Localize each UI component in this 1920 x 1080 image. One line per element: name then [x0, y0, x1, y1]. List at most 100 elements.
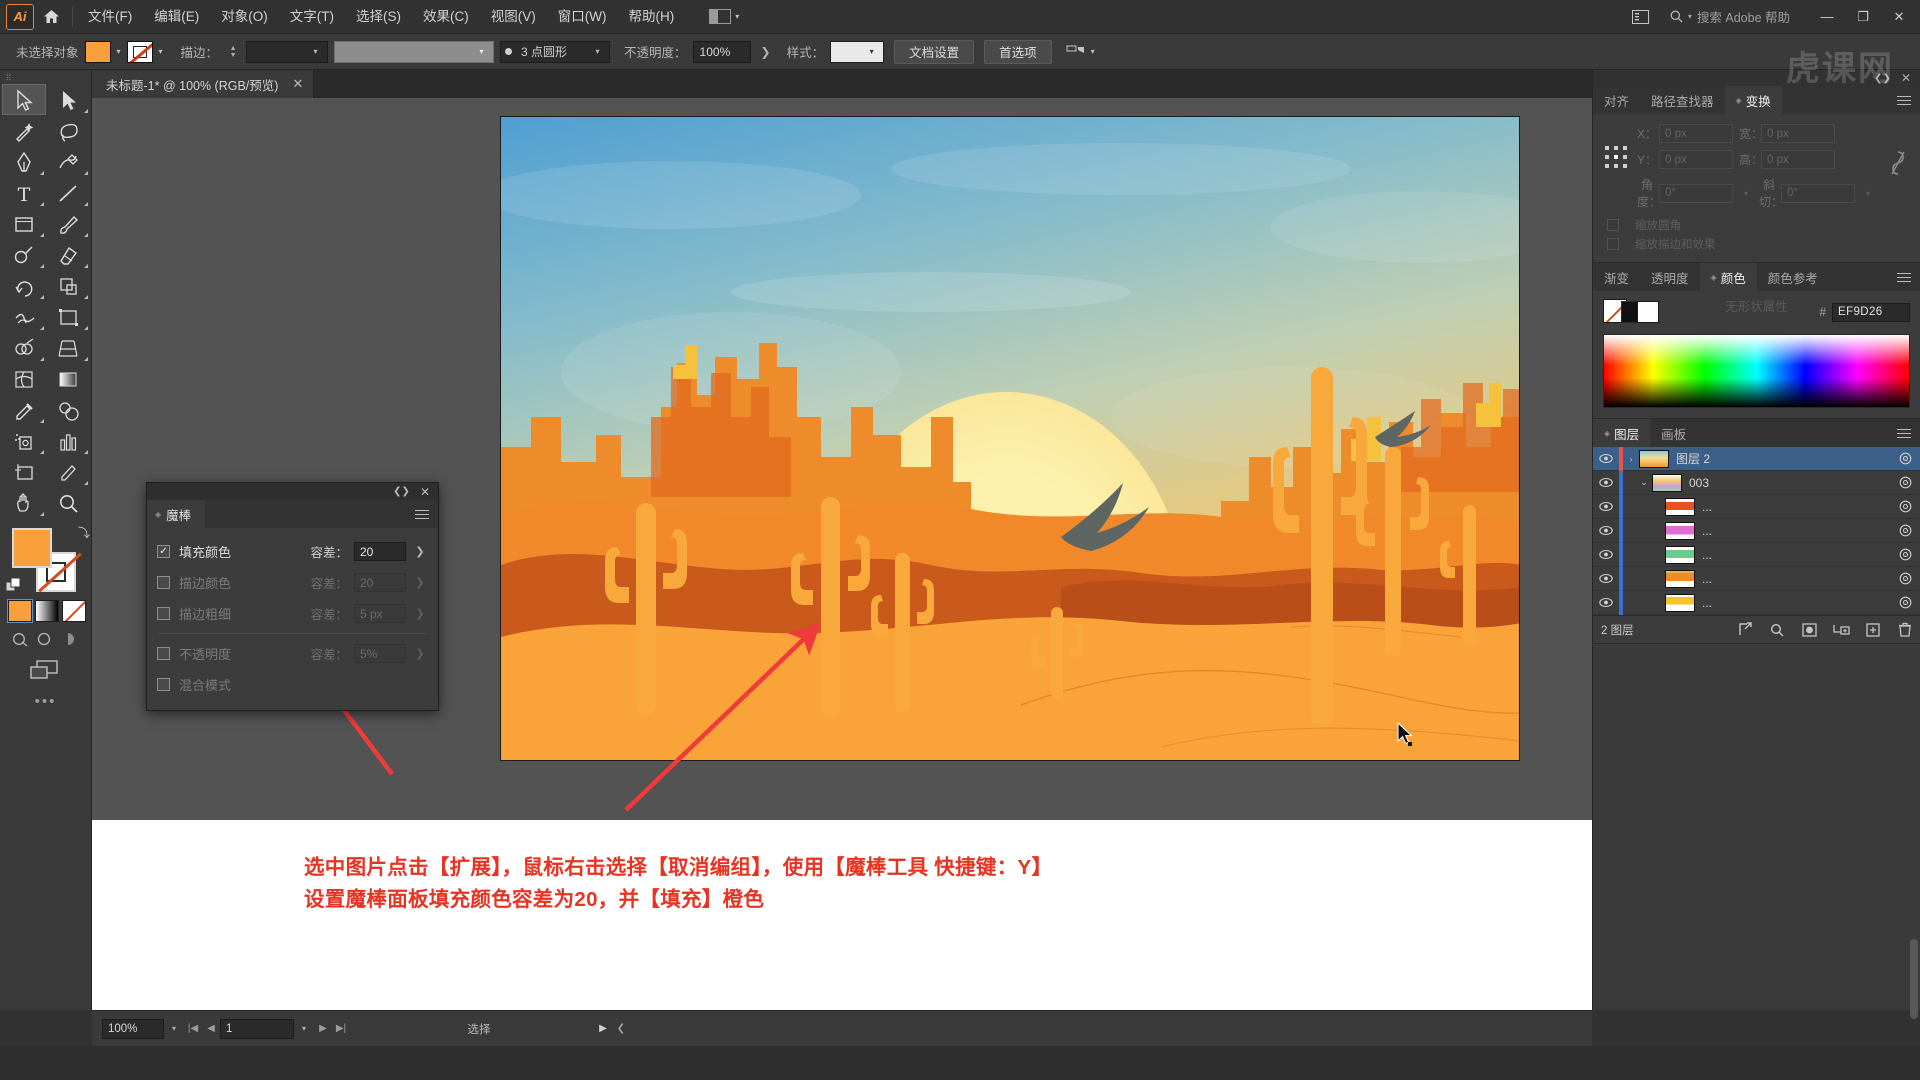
draw-normal-icon[interactable] [10, 629, 30, 649]
color-spectrum[interactable] [1603, 334, 1910, 408]
tab-图层[interactable]: ◈ 图层 [1593, 419, 1651, 447]
tolerance-input-1[interactable]: 20 [354, 573, 406, 592]
rectangle-tool[interactable] [2, 208, 46, 239]
disclosure-triangle-0[interactable]: › [1623, 454, 1639, 464]
layer-row-3[interactable]: ... [1593, 518, 1920, 543]
make-clipping-mask-icon[interactable] [1794, 618, 1824, 642]
default-fill-stroke-icon[interactable] [5, 577, 22, 594]
none-button[interactable] [62, 600, 86, 622]
tolerance-expand-icon-2[interactable]: ❯ [412, 607, 428, 620]
opacity-field[interactable]: 100% [692, 40, 751, 63]
tolerance-input-2[interactable]: 5 px [354, 604, 406, 623]
shape-builder-tool[interactable] [2, 332, 46, 363]
graphic-style-select[interactable]: ▾ [830, 40, 885, 63]
stroke-dropdown-icon[interactable]: ▾ [153, 41, 169, 63]
draw-behind-icon[interactable] [34, 629, 54, 649]
zoom-tool[interactable] [46, 487, 90, 518]
stroke-profile-select[interactable]: ▾ [334, 40, 495, 63]
layer-target-icon-0[interactable] [1890, 452, 1920, 465]
swap-fill-stroke-icon[interactable]: ⤵ [78, 524, 90, 541]
collapse-icon[interactable]: ❮❯ [393, 486, 410, 497]
menu-item-3[interactable]: 文字(T) [279, 0, 345, 34]
visibility-eye-icon-1[interactable] [1593, 477, 1619, 488]
artboard[interactable] [500, 116, 1520, 761]
rotate-tool[interactable] [2, 270, 46, 301]
tab-变换[interactable]: ◈ 变换 [1724, 86, 1782, 114]
delete-layer-icon[interactable] [1890, 618, 1920, 642]
pen-tool[interactable] [2, 146, 46, 177]
selection-tool[interactable] [2, 84, 46, 115]
layer-row-6[interactable]: ... [1593, 590, 1920, 615]
visibility-eye-icon-6[interactable] [1593, 597, 1619, 608]
create-new-sublayer-icon[interactable] [1826, 618, 1856, 642]
checkbox-描边粗细[interactable] [157, 607, 170, 620]
tolerance-expand-icon-0[interactable]: ❯ [412, 545, 428, 558]
stroke-color-swatch[interactable] [126, 40, 153, 63]
checkbox-缩放描边和效果[interactable] [1607, 238, 1619, 250]
menu-item-7[interactable]: 窗口(W) [547, 0, 618, 34]
document-setup-button[interactable]: 文档设置 [894, 39, 975, 64]
perspective-grid-tool[interactable] [46, 332, 90, 363]
next-artboard-icon[interactable]: ▶ [314, 1023, 332, 1034]
layer-row-1[interactable]: ⌄ 003 [1593, 470, 1920, 495]
artboard-dropdown-icon[interactable]: ▾ [294, 1024, 314, 1033]
disclosure-triangle-1[interactable]: ⌄ [1636, 477, 1652, 488]
transform-dropdown-4[interactable]: ▾ [1739, 189, 1753, 198]
menu-item-8[interactable]: 帮助(H) [617, 0, 685, 34]
eyedropper-tool[interactable] [2, 394, 46, 425]
status-expand-icon[interactable]: ▶ [594, 1023, 612, 1034]
magic-wand-panel[interactable]: ❮❯ ✕ ◈ 魔棒 ✓ 填充颜色 容差： 20 ❯ 描边颜色 容差： 20 ❯ 描边粗细 容差： 5 … [146, 482, 439, 711]
constrain-proportions-icon[interactable] [1890, 150, 1906, 181]
visibility-eye-icon-0[interactable] [1593, 453, 1619, 464]
close-tab-icon[interactable]: ✕ [292, 76, 303, 92]
tolerance-expand-icon-1[interactable]: ❯ [412, 576, 428, 589]
checkbox-填充颜色[interactable]: ✓ [157, 545, 170, 558]
tolerance-expand-icon-3[interactable]: ❯ [412, 647, 428, 660]
stroke-weight-select[interactable]: ▾ [246, 40, 329, 63]
direct-selection-tool[interactable] [46, 84, 90, 115]
layer-row-5[interactable]: ... [1593, 566, 1920, 591]
visibility-eye-icon-2[interactable] [1593, 501, 1619, 512]
screen-mode-icon[interactable] [26, 657, 66, 683]
checkbox-混合模式[interactable] [157, 678, 170, 691]
close-icon[interactable]: ✕ [420, 485, 430, 499]
checkbox-不透明度[interactable] [157, 647, 170, 660]
transform-field-2[interactable]: 0 px [1659, 150, 1733, 169]
search-layer-icon[interactable] [1762, 618, 1792, 642]
minimize-button[interactable]: — [1810, 4, 1844, 30]
search-adobe-help[interactable]: ▾ 搜索 Adobe 帮助 [1660, 7, 1800, 26]
menu-item-5[interactable]: 效果(C) [412, 0, 480, 34]
artboard-tool[interactable] [2, 456, 46, 487]
magic-wand-titlebar[interactable]: ❮❯ ✕ [147, 483, 438, 500]
layer-target-icon-4[interactable] [1890, 548, 1920, 561]
panel-menu-icon[interactable] [1897, 419, 1920, 447]
hand-tool[interactable] [2, 487, 46, 518]
first-artboard-icon[interactable]: |◀ [184, 1023, 202, 1034]
layer-target-icon-6[interactable] [1890, 596, 1920, 609]
color-button[interactable] [7, 599, 33, 623]
tab-对齐[interactable]: 对齐 [1593, 86, 1640, 114]
fill-dropdown-icon[interactable]: ▾ [111, 41, 127, 63]
white-swatch[interactable] [1637, 301, 1659, 323]
collapse-icon[interactable]: ❮❯ [1874, 73, 1891, 84]
stroke-weight-stepper[interactable]: ▲ ▼ [226, 41, 240, 63]
free-transform-tool[interactable] [46, 301, 90, 332]
layer-target-icon-1[interactable] [1890, 476, 1920, 489]
menu-item-0[interactable]: 文件(F) [77, 0, 143, 34]
opacity-expand-icon[interactable]: ❯ [761, 45, 771, 59]
transform-field-1[interactable]: 0 px [1761, 124, 1835, 143]
toolbar-grip[interactable]: ⁞⁞ [0, 70, 91, 84]
panel-menu-icon[interactable] [415, 500, 438, 528]
scale-tool[interactable] [46, 270, 90, 301]
lasso-tool[interactable] [46, 115, 90, 146]
mesh-tool[interactable] [2, 363, 46, 394]
gradient-tool[interactable] [46, 363, 90, 394]
align-options[interactable]: ▾ [1066, 44, 1095, 59]
layer-row-4[interactable]: ... [1593, 542, 1920, 567]
tolerance-input-3[interactable]: 5% [354, 644, 406, 663]
checkbox-缩放圆角[interactable] [1607, 219, 1619, 231]
transform-field-3[interactable]: 0 px [1761, 150, 1835, 169]
create-new-layer-icon[interactable] [1858, 618, 1888, 642]
visibility-eye-icon-3[interactable] [1593, 525, 1619, 536]
home-icon[interactable] [34, 0, 68, 34]
